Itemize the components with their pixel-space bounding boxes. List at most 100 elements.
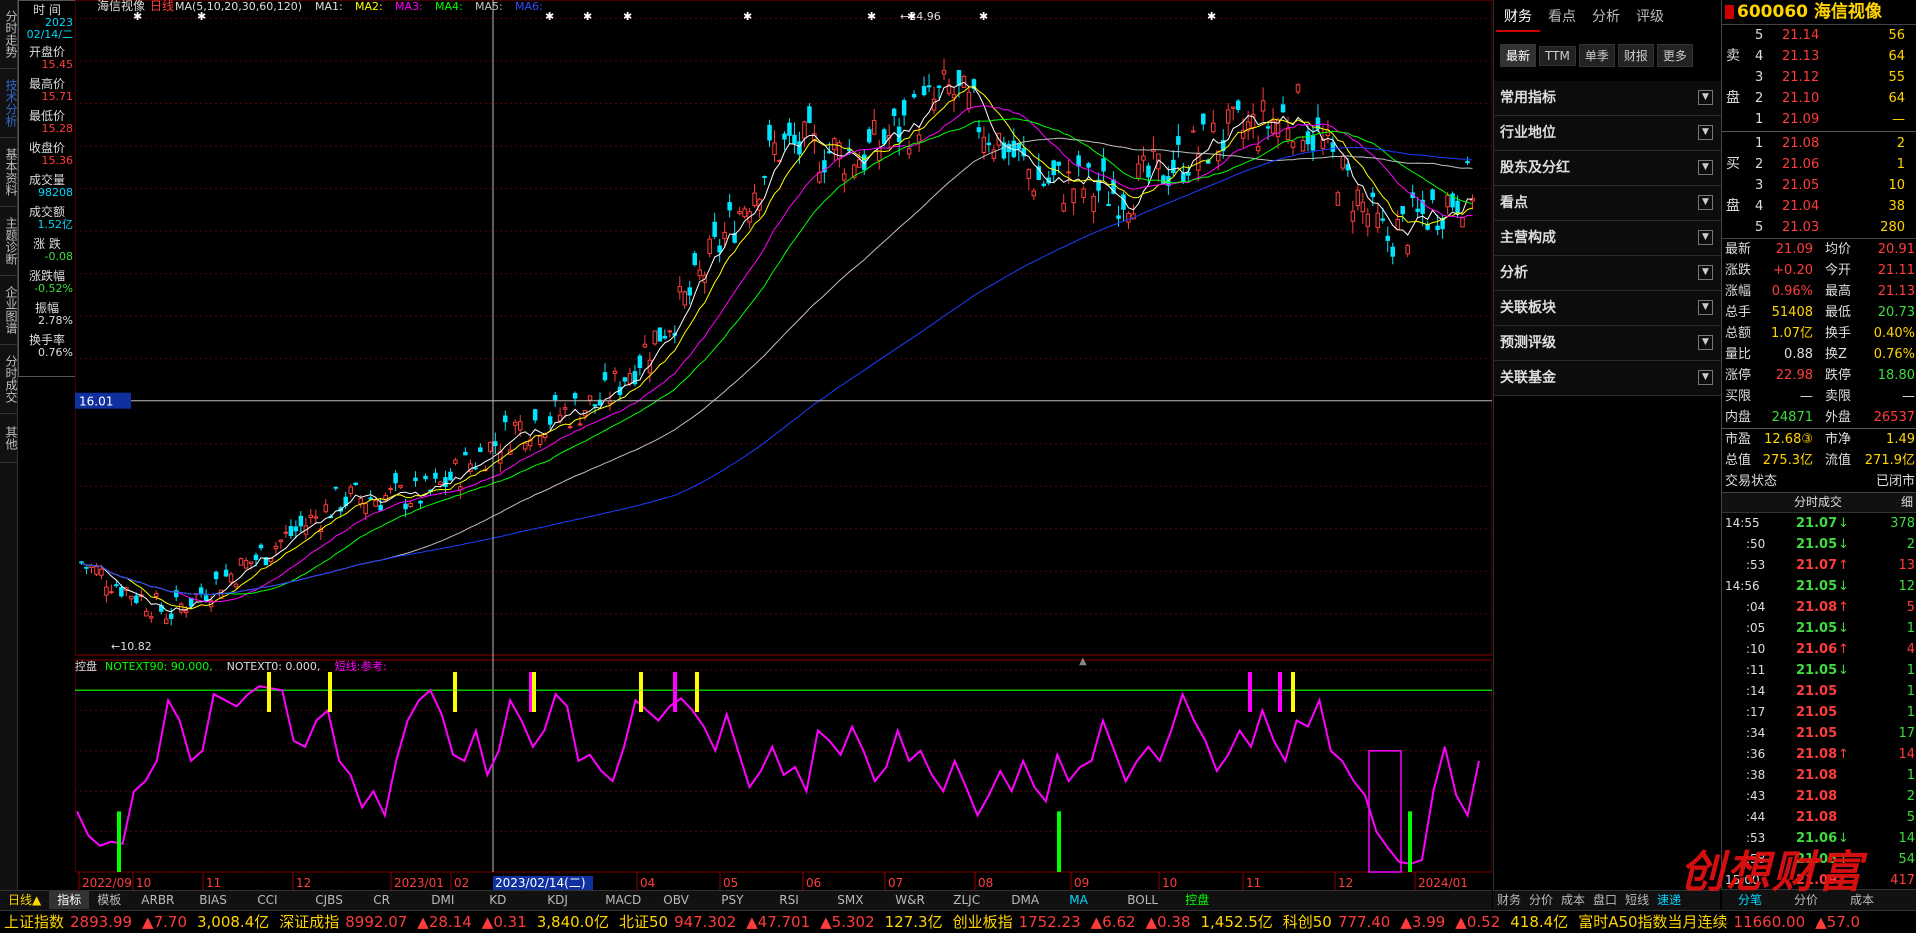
panel-button-0[interactable]: 最新 bbox=[1500, 44, 1537, 67]
collapse-arrow-icon[interactable]: ▲ bbox=[1079, 656, 1087, 667]
panel-bottom-tab[interactable]: 短线 bbox=[1621, 891, 1653, 909]
candle-body bbox=[797, 141, 802, 155]
chevron-down-icon[interactable]: ▼ bbox=[1698, 90, 1713, 105]
stat-value: 26537 bbox=[1873, 410, 1915, 425]
panel-tab-1[interactable]: 看点 bbox=[1540, 2, 1584, 30]
ask-row[interactable]: 3 21.12 55 bbox=[1722, 67, 1916, 88]
indicator-tab-控盘[interactable]: 控盘 bbox=[1173, 891, 1231, 909]
ticker-name[interactable]: 创业板指 bbox=[953, 913, 1013, 931]
vtab-2[interactable]: 基本资料 bbox=[0, 138, 18, 207]
event-marker-icon[interactable]: ✱ bbox=[197, 10, 206, 23]
indicator-tab-DMI[interactable]: DMI bbox=[419, 891, 477, 909]
event-marker-icon[interactable]: ✱ bbox=[583, 10, 592, 23]
panel-button-4[interactable]: 更多 bbox=[1656, 44, 1693, 67]
indicator-tab-MA[interactable]: MA bbox=[1057, 891, 1115, 909]
chevron-down-icon[interactable]: ▼ bbox=[1698, 230, 1713, 245]
chevron-down-icon[interactable]: ▼ bbox=[1698, 335, 1713, 350]
panel-bottom-tab[interactable]: 分价 bbox=[1525, 891, 1557, 909]
vtab-1[interactable]: 技术分析 bbox=[0, 69, 18, 138]
panel-button-1[interactable]: TTM bbox=[1539, 46, 1576, 66]
panel-section[interactable]: 股东及分红 ▼ bbox=[1494, 151, 1721, 186]
chevron-down-icon[interactable]: ▼ bbox=[1698, 265, 1713, 280]
vtab-0[interactable]: 分时走势 bbox=[0, 0, 18, 69]
candle-body bbox=[866, 129, 872, 143]
vtab-3[interactable]: 主题诊断 bbox=[0, 207, 18, 276]
bid-row[interactable]: 盘 4 21.04 38 bbox=[1722, 196, 1916, 217]
indicator-tab-BOLL[interactable]: BOLL bbox=[1115, 891, 1173, 909]
indicator-tab-CJBS[interactable]: CJBS bbox=[303, 891, 361, 909]
chevron-down-icon[interactable]: ▼ bbox=[1698, 125, 1713, 140]
indicator-tab-PSY[interactable]: PSY bbox=[709, 891, 767, 909]
indicator-tab-DMA[interactable]: DMA bbox=[999, 891, 1057, 909]
period-button[interactable]: 日线▲ bbox=[0, 891, 49, 909]
kline-chart[interactable]: 11.0012.0013.0014.0015.0016.00海信视像日线MA(5… bbox=[75, 0, 1492, 890]
event-marker-icon[interactable]: ✱ bbox=[743, 10, 752, 23]
chevron-down-icon[interactable]: ▼ bbox=[1698, 370, 1713, 385]
stock-code: 600060 bbox=[1737, 2, 1808, 22]
ticker-name[interactable]: 深证成指 bbox=[279, 913, 339, 931]
panel-section[interactable]: 常用指标 ▼ bbox=[1494, 81, 1721, 116]
panel-tab-0[interactable]: 财务 bbox=[1496, 2, 1540, 32]
indicator-tab-ARBR[interactable]: ARBR bbox=[129, 891, 187, 909]
indicator-tab-指标[interactable]: 指标 bbox=[49, 891, 90, 909]
panel-section[interactable]: 关联板块 ▼ bbox=[1494, 291, 1721, 326]
panel-tab-3[interactable]: 评级 bbox=[1628, 2, 1672, 30]
indicator-tab-OBV[interactable]: OBV bbox=[651, 891, 709, 909]
stat-label: 外盘 bbox=[1825, 410, 1852, 425]
indicator-tab-RSI[interactable]: RSI bbox=[767, 891, 825, 909]
panel-section[interactable]: 看点 ▼ bbox=[1494, 186, 1721, 221]
chevron-down-icon[interactable]: ▼ bbox=[1698, 300, 1713, 315]
ask-row[interactable]: 盘 2 21.10 64 bbox=[1722, 88, 1916, 109]
panel-section[interactable]: 主营构成 ▼ bbox=[1494, 221, 1721, 256]
panel-bottom-tab[interactable]: 成本 bbox=[1557, 891, 1589, 909]
vtab-6[interactable]: 其他 bbox=[0, 414, 18, 463]
event-marker-icon[interactable]: ✱ bbox=[1207, 10, 1216, 23]
panel-section[interactable]: 关联基金 ▼ bbox=[1494, 361, 1721, 396]
chevron-down-icon[interactable]: ▼ bbox=[1698, 195, 1713, 210]
trades-detail-button[interactable]: 细 bbox=[1901, 493, 1913, 512]
indicator-tab-模板[interactable]: 模板 bbox=[89, 891, 129, 909]
period-label: 日线 bbox=[150, 0, 174, 13]
panel-bottom-tab[interactable]: 财务 bbox=[1493, 891, 1525, 909]
event-marker-icon[interactable]: ✱ bbox=[979, 10, 988, 23]
ticker-name[interactable]: 上证指数 bbox=[4, 913, 64, 931]
indicator-tab-CCI[interactable]: CCI bbox=[245, 891, 303, 909]
event-marker-icon[interactable]: ✱ bbox=[623, 10, 632, 23]
ask-row[interactable]: 1 21.09 — bbox=[1722, 109, 1916, 130]
indicator-tab-SMX[interactable]: SMX bbox=[825, 891, 883, 909]
candle-body bbox=[258, 544, 264, 549]
indicator-tab-KD[interactable]: KD bbox=[477, 891, 535, 909]
ticker-name[interactable]: 富时A50指数当月连续 bbox=[1578, 913, 1727, 931]
indicator-tab-BIAS[interactable]: BIAS bbox=[187, 891, 245, 909]
panel-section[interactable]: 分析 ▼ bbox=[1494, 256, 1721, 291]
vtab-4[interactable]: 企业图谱 bbox=[0, 276, 18, 345]
panel-button-3[interactable]: 财报 bbox=[1617, 44, 1654, 67]
vtab-5[interactable]: 分时成交 bbox=[0, 345, 18, 414]
ticker-name[interactable]: 科创50 bbox=[1283, 913, 1332, 931]
panel-section[interactable]: 行业地位 ▼ bbox=[1494, 116, 1721, 151]
panel-tab-2[interactable]: 分析 bbox=[1584, 2, 1628, 30]
event-marker-icon[interactable]: ✱ bbox=[907, 10, 916, 23]
indicator-tab-KDJ[interactable]: KDJ bbox=[535, 891, 593, 909]
bid-row[interactable]: 1 21.08 2 bbox=[1722, 133, 1916, 154]
bid-row[interactable]: 5 21.03 280 bbox=[1722, 217, 1916, 238]
chevron-down-icon[interactable]: ▼ bbox=[1698, 160, 1713, 175]
indicator-tab-MACD[interactable]: MACD bbox=[593, 891, 651, 909]
candle-body bbox=[433, 472, 438, 479]
trade-list[interactable]: 分时成交细 14:55 21.07 ↓ 378:50 21.05 ↓ 2:53 21.07 ↑ 13… bbox=[1722, 493, 1916, 891]
ask-row[interactable]: 5 21.14 56 bbox=[1722, 25, 1916, 46]
event-marker-icon[interactable]: ✱ bbox=[133, 10, 142, 23]
bid-row[interactable]: 买 2 21.06 1 bbox=[1722, 154, 1916, 175]
panel-button-2[interactable]: 单季 bbox=[1578, 44, 1615, 67]
panel-bottom-tab[interactable]: 盘口 bbox=[1589, 891, 1621, 909]
candle-body bbox=[223, 569, 229, 577]
ask-row[interactable]: 卖 4 21.13 64 bbox=[1722, 46, 1916, 67]
ticker-name[interactable]: 北证50 bbox=[619, 913, 668, 931]
event-marker-icon[interactable]: ✱ bbox=[545, 10, 554, 23]
panel-section[interactable]: 预测评级 ▼ bbox=[1494, 326, 1721, 361]
indicator-tab-ZLJC[interactable]: ZLJC bbox=[941, 891, 999, 909]
bid-row[interactable]: 3 21.05 10 bbox=[1722, 175, 1916, 196]
indicator-tab-W&R[interactable]: W&R bbox=[883, 891, 941, 909]
indicator-tab-CR[interactable]: CR bbox=[361, 891, 419, 909]
event-marker-icon[interactable]: ✱ bbox=[867, 10, 876, 23]
